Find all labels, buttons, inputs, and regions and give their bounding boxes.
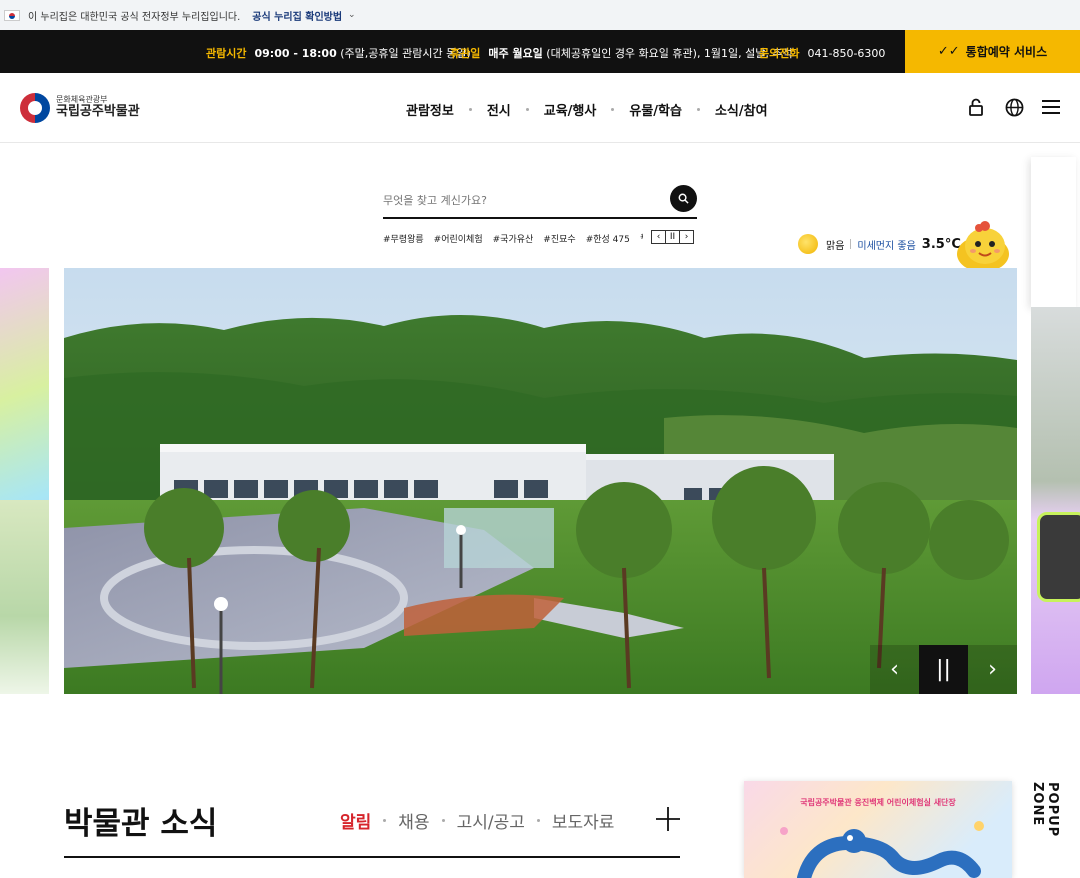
popup-banner[interactable]: 국립공주박물관 웅진백제 어린이체험실 새단장 [744,781,1012,878]
closed-info: 휴관일 매주 월요일 (대체공휴일인 경우 화요일 휴관), 1월1일, 설날, … [450,45,793,61]
news-tabs: 알림 채용 고시/공고 보도자료 [340,808,614,833]
nav-item-visit-info[interactable]: 관람정보 [406,100,454,119]
phone-info: 문의전화 041-850-6300 [759,45,885,61]
tag-prev-icon[interactable]: ‹ [651,230,666,244]
tab-divider [383,819,387,822]
hero-prev-icon[interactable]: ‹ [870,645,919,694]
tab-notice[interactable]: 알림 [340,808,371,833]
main-nav: 관람정보 전시 교육/행사 유물/학습 소식/참여 [406,100,768,119]
popup-zone-label: POPUP ZONE [1030,782,1060,838]
globe-language-icon[interactable] [1004,97,1024,117]
tab-press[interactable]: 보도자료 [552,808,615,833]
hero-slide-image: ‹ || › [64,268,1017,694]
gov-verify-link[interactable]: 공식 누리집 확인방법 [252,8,342,23]
hamburger-menu-icon[interactable] [1041,97,1061,117]
nav-item-news[interactable]: 소식/참여 [715,100,768,119]
reservation-label: 통합예약 서비스 [965,45,1048,59]
phone-value: 041-850-6300 [807,47,886,60]
site-header: 문화체육관광부 국립공주박물관 관람정보 전시 교육/행사 유물/학습 소식/참… [0,73,1080,143]
nav-divider [696,108,700,111]
tab-announcement[interactable]: 고시/공고 [457,808,525,833]
tag-item[interactable]: #무령왕릉 [383,232,424,245]
taegeuk-logo-icon [20,93,50,123]
hero-prev-slide-peek[interactable] [0,268,49,694]
hero-next-icon[interactable]: › [968,645,1017,694]
hours-label: 관람시간 [206,47,247,60]
weather-widget: 맑음 미세먼지 좋음 3.5°C [798,234,961,254]
korea-flag-icon [4,9,20,21]
search-input[interactable] [383,185,653,215]
tag-item[interactable]: #진묘수 [543,232,575,245]
hero-next-slide-peek[interactable] [1031,307,1080,694]
weather-divider [850,239,852,249]
popular-tags: #무령왕릉 #어린이체험 #국가유산 #진묘수 #한성 475 # [383,232,643,245]
login-lock-icon[interactable] [966,97,986,117]
closed-note: (대체공휴일인 경우 화요일 휴관), 1월1일, 설날, 추석 [542,47,793,60]
hours-info: 관람시간 09:00 - 18:00 (주말,공휴일 관람시간 동일) [206,45,471,61]
nav-divider [468,108,472,111]
tab-divider [536,819,540,822]
closed-value: 매주 월요일 [488,47,543,60]
hours-value: 09:00 - 18:00 [254,47,337,60]
sun-icon [798,234,818,254]
search-icon [678,193,689,204]
search-box [383,185,697,219]
tag-item[interactable]: #어린이체험 [434,232,483,245]
side-card [1031,157,1076,307]
dragon-illustration-icon [780,821,984,878]
weather-condition: 맑음 [826,240,845,252]
tag-item[interactable]: #국가유산 [493,232,534,245]
nav-divider [611,108,615,111]
search-button[interactable] [670,185,697,212]
logo-museum-name: 국립공주박물관 [56,104,140,120]
chevron-down-icon[interactable]: ⌄ [348,10,356,20]
fine-dust-status: 미세먼지 좋음 [857,240,916,252]
gov-banner-text: 이 누리집은 대한민국 공식 전자정부 누리집입니다. [28,11,241,23]
hero-controls: ‹ || › [870,645,1017,694]
reservation-button[interactable]: ✓✓ 통합예약 서비스 [905,30,1080,73]
gov-banner: 이 누리집은 대한민국 공식 전자정부 누리집입니다. 공식 누리집 확인방법 … [0,0,1080,30]
nav-item-exhibition[interactable]: 전시 [487,100,511,119]
hero-pause-icon[interactable]: || [919,645,968,694]
nav-divider [525,108,529,111]
tag-next-icon[interactable]: › [679,230,694,244]
info-bar: 관람시간 09:00 - 18:00 (주말,공휴일 관람시간 동일) 휴관일 매주… [0,30,1080,73]
tag-pause-icon[interactable]: II [665,230,680,244]
phone-label: 문의전화 [759,47,800,60]
news-section-title: 박물관 소식 [64,806,218,842]
tag-controls: ‹ II › [651,230,694,244]
mascot-character-icon [957,221,1009,272]
search-area [383,185,697,219]
nav-item-collection[interactable]: 유물/학습 [629,100,682,119]
site-logo[interactable]: 문화체육관광부 국립공주박물관 [20,93,140,123]
check-icon: ✓✓ [937,44,960,59]
plus-more-icon[interactable] [655,806,681,832]
tag-item[interactable]: #한성 475 [586,232,630,245]
tab-recruit[interactable]: 채용 [398,808,429,833]
tab-divider [441,819,445,822]
news-divider [64,856,680,858]
nav-item-education[interactable]: 교육/행사 [544,100,597,119]
closed-label: 휴관일 [450,47,481,60]
tag-item[interactable]: # [640,232,643,245]
